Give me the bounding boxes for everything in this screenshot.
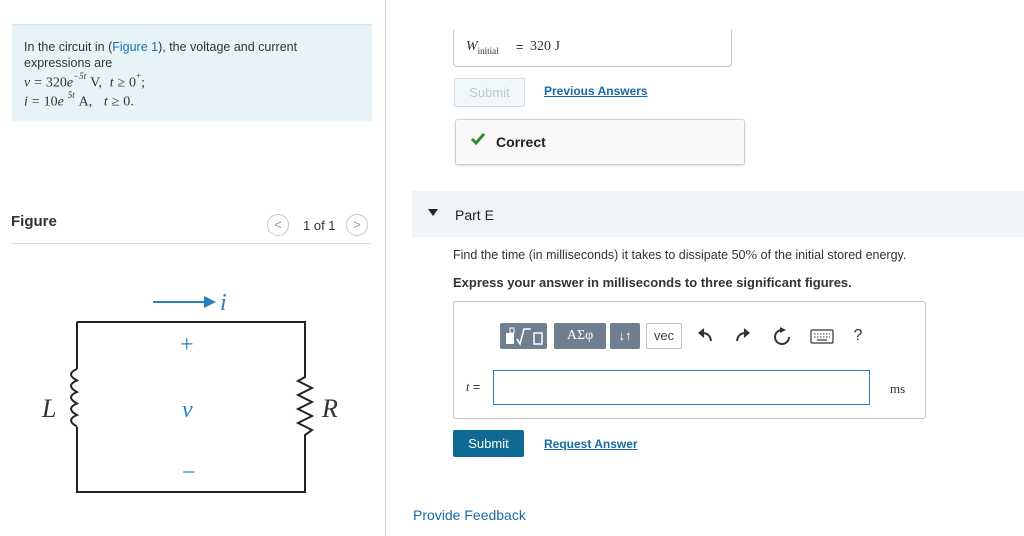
figure-prev-button[interactable]: < — [267, 214, 289, 236]
t-symbol: t — [466, 380, 470, 394]
chevron-right-icon: > — [353, 217, 361, 232]
i-cond-val: 0. — [123, 94, 134, 110]
resistor-symbol — [295, 372, 315, 442]
checkmark-icon — [470, 133, 486, 146]
provide-feedback-link[interactable]: Provide Feedback — [413, 507, 526, 523]
i-cond-op: ≥ — [111, 94, 120, 110]
answer-instruction: Express your answer in milliseconds to t… — [453, 275, 852, 290]
i-base: e — [57, 94, 64, 110]
keyboard-icon[interactable] — [810, 329, 834, 345]
correct-label: Correct — [496, 134, 546, 150]
request-answer-link[interactable]: Request Answer — [544, 437, 638, 451]
t-eq-sign: = — [472, 380, 481, 394]
w-initial-answer-field: Winitial = 320 J — [453, 30, 732, 67]
subscript-superscript-button[interactable]: ↓↑ — [610, 323, 640, 349]
w-symbol: W — [466, 39, 478, 54]
w-initial-value: 320 J — [530, 39, 560, 54]
inductor-label: L — [41, 394, 56, 423]
i-coef: 10 — [43, 94, 58, 110]
panel-divider — [385, 0, 386, 536]
minus-label: − — [182, 460, 196, 486]
submit-button[interactable]: Submit — [453, 430, 524, 457]
variable-label: t = — [466, 380, 480, 395]
part-e-question: Find the time (in milliseconds) it takes… — [453, 248, 906, 264]
current-label: i — [220, 290, 227, 316]
answer-input[interactable] — [493, 370, 870, 405]
reset-icon[interactable] — [772, 327, 792, 347]
figure-pager: 1 of 1 — [303, 218, 336, 233]
circuit-diagram: i + v − L R — [41, 290, 338, 493]
resistor-label: R — [321, 394, 338, 423]
vector-button[interactable]: vec — [646, 323, 682, 349]
question-percent: % — [745, 248, 758, 263]
w-initial-symbol: Winitial — [466, 39, 499, 56]
part-e-header[interactable]: Part E — [412, 191, 1024, 237]
v-coef: 320 — [45, 75, 67, 91]
w-subscript: initial — [477, 45, 499, 56]
undo-icon[interactable] — [696, 327, 714, 345]
answer-entry-box: ΑΣφ ↓↑ vec ? t = ms — [453, 301, 926, 419]
v-cond-var: t — [109, 75, 114, 91]
intro-text-before: In the circuit in ( — [24, 40, 113, 54]
eq-sign: = — [34, 75, 43, 91]
correct-feedback: Correct — [455, 119, 745, 165]
inductor-symbol — [70, 368, 80, 428]
i-exponent: 5t — [67, 90, 75, 100]
v-unit: V, — [90, 75, 102, 91]
part-e-title: Part E — [455, 207, 494, 223]
v-end: ; — [141, 75, 146, 91]
collapse-triangle-icon[interactable] — [428, 209, 438, 216]
v-symbol: v — [24, 75, 31, 91]
figure-title: Figure — [11, 213, 57, 230]
w-eq-sign: = — [516, 40, 524, 54]
problem-statement: In the circuit in (Figure 1), the voltag… — [12, 24, 372, 121]
arrowhead-icon — [204, 296, 216, 308]
figure-link[interactable]: Figure 1 — [112, 40, 158, 54]
v-cond-sup: + — [136, 71, 142, 81]
question-text-after: of the initial stored energy. — [757, 248, 907, 262]
i-unit: A, — [78, 94, 93, 110]
help-button[interactable]: ? — [848, 323, 868, 349]
v-cond-val: 0 — [129, 75, 137, 91]
chevron-left-icon: < — [274, 217, 282, 232]
i-symbol: i — [24, 94, 28, 110]
previous-answers-link[interactable]: Previous Answers — [544, 84, 648, 98]
current-equation: i = 10e 5t A, t ≥ 0. — [24, 90, 134, 111]
voltage-equation: v = 320e−5t V, t ≥ 0+; — [24, 71, 146, 92]
greek-symbols-button[interactable]: ΑΣφ — [554, 323, 606, 349]
submit-button-disabled: Submit — [454, 78, 525, 107]
templates-icon — [506, 327, 543, 346]
problem-intro: In the circuit in (Figure 1), the voltag… — [24, 39, 354, 71]
unit-label: ms — [890, 381, 906, 396]
figure-rule — [11, 243, 371, 244]
voltage-label: v — [182, 397, 193, 423]
question-text-before: Find the time (in milliseconds) it takes… — [453, 248, 746, 262]
figure-next-button[interactable]: > — [346, 214, 368, 236]
templates-button[interactable] — [500, 323, 547, 349]
v-exponent: −5t — [73, 71, 87, 81]
redo-icon[interactable] — [734, 327, 752, 345]
v-cond-op: ≥ — [117, 75, 126, 91]
i-cond-var: t — [103, 94, 108, 110]
eq-sign: = — [31, 94, 40, 110]
plus-label: + — [180, 332, 194, 358]
